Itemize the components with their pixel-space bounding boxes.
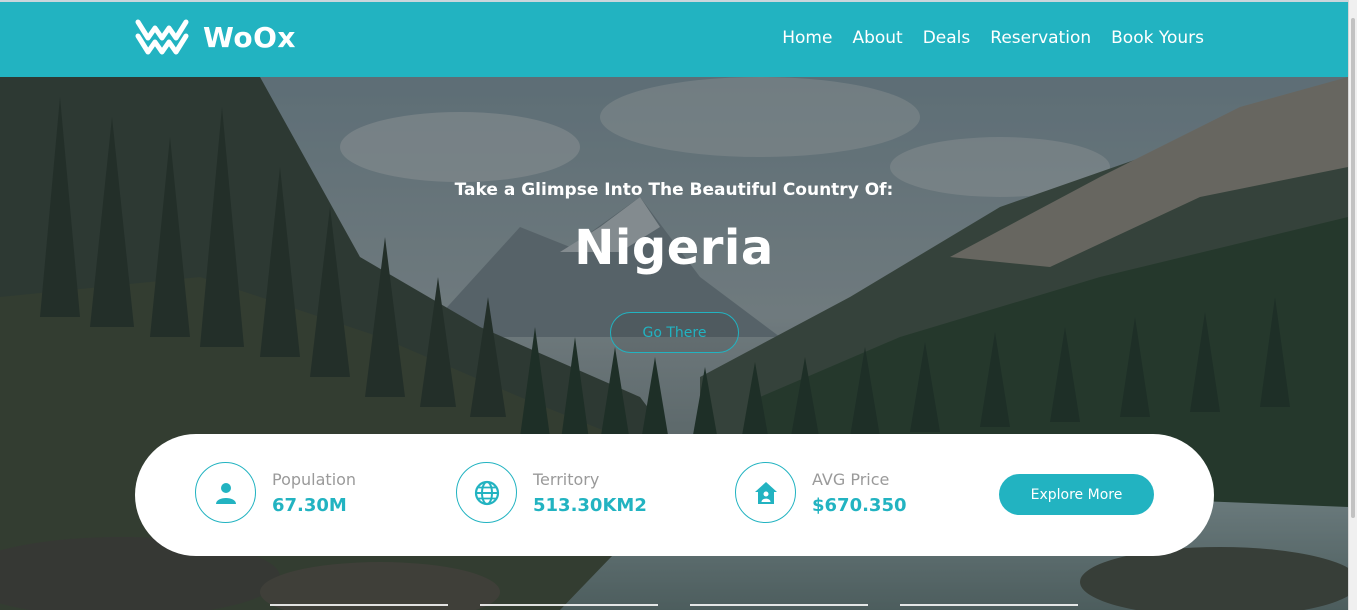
nav-home[interactable]: Home [782, 28, 832, 48]
territory-stat: Territory 513.30KM2 [456, 462, 647, 523]
go-there-button[interactable]: Go There [610, 312, 739, 353]
explore-more-button[interactable]: Explore More [999, 474, 1154, 515]
user-icon [195, 462, 256, 523]
territory-label: Territory [533, 469, 600, 489]
slider-indicators [270, 604, 1078, 606]
slider-indicator[interactable] [480, 604, 658, 606]
population-label: Population [272, 469, 357, 489]
nav-book-yours[interactable]: Book Yours [1111, 28, 1204, 48]
vertical-scrollbar[interactable] [1348, 0, 1357, 610]
population-value: 67.30M [272, 494, 347, 516]
territory-value: 513.30KM2 [533, 494, 647, 516]
woox-logo-icon [135, 19, 189, 55]
hero-section: Take a Glimpse Into The Beautiful Countr… [0, 77, 1348, 610]
window-top-border [0, 0, 1357, 2]
hero-subtitle: Take a Glimpse Into The Beautiful Countr… [454, 180, 894, 200]
logo[interactable]: WoOx [135, 18, 296, 56]
scrollbar-thumb[interactable] [1351, 18, 1355, 518]
main-nav: Home About Deals Reservation Book Yours [782, 28, 1204, 48]
logo-text: WoOx [203, 20, 296, 54]
country-info-card: Population 67.30M Territory 513.30KM2 AV… [135, 434, 1214, 556]
avg-price-label: AVG Price [812, 469, 890, 489]
nav-reservation[interactable]: Reservation [990, 28, 1091, 48]
avg-price-stat: AVG Price $670.350 [735, 462, 907, 523]
slider-indicator[interactable] [900, 604, 1078, 606]
nav-deals[interactable]: Deals [923, 28, 971, 48]
avg-price-value: $670.350 [812, 494, 907, 516]
hero-title: Nigeria [574, 220, 774, 276]
home-icon [735, 462, 796, 523]
slider-indicator[interactable] [270, 604, 448, 606]
globe-icon [456, 462, 517, 523]
slider-indicator[interactable] [690, 604, 868, 606]
site-header: WoOx Home About Deals Reservation Book Y… [0, 2, 1348, 77]
population-stat: Population 67.30M [195, 462, 356, 523]
nav-about[interactable]: About [852, 28, 902, 48]
